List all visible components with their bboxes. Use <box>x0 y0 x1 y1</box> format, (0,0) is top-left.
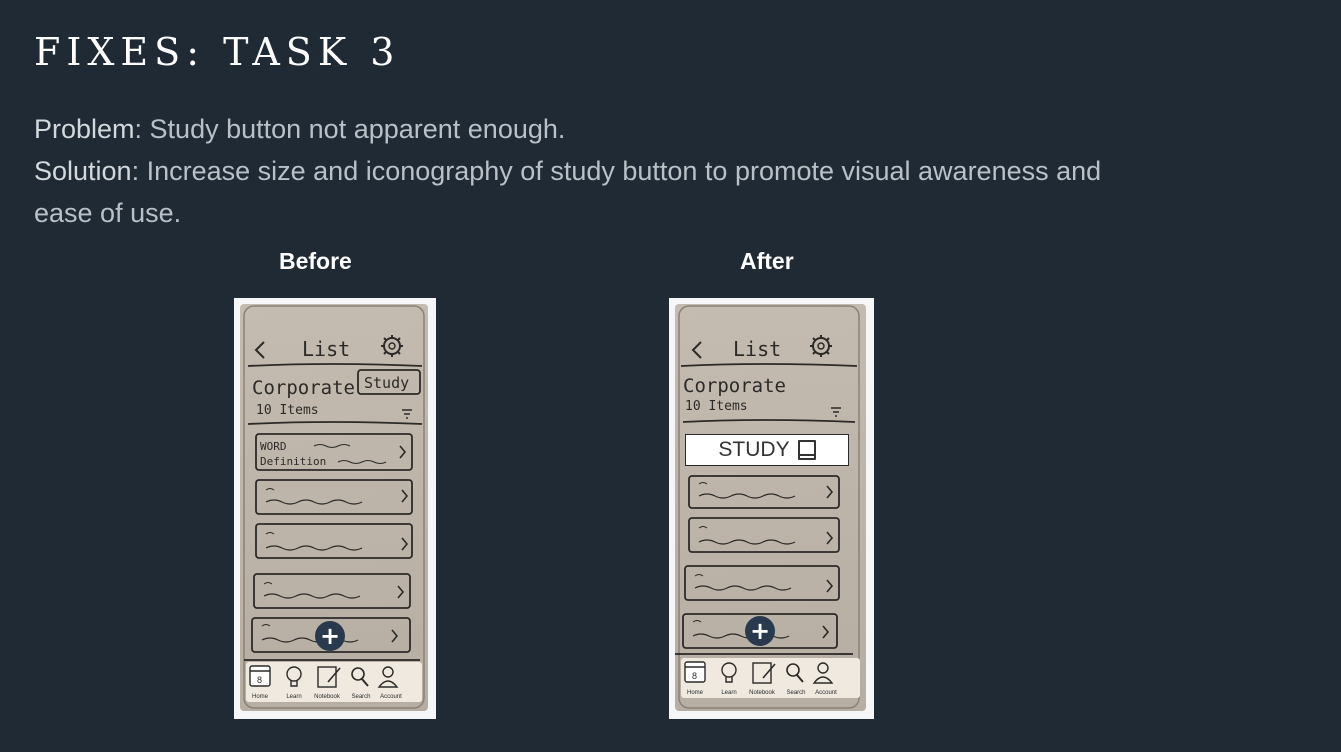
tab-learn[interactable]: Learn <box>714 690 744 696</box>
after-label: After <box>740 248 794 274</box>
filter-icon <box>831 407 841 417</box>
after-list-item-3 <box>684 565 840 601</box>
back-chevron-icon <box>691 341 702 359</box>
after-sketch-drawing: List Corporate 10 Items <box>675 305 860 709</box>
tab-home[interactable]: Home <box>680 690 710 696</box>
study-button[interactable]: STUDY <box>685 434 849 466</box>
notebook-icon <box>317 666 341 688</box>
after-header-title: List <box>733 337 781 361</box>
chevron-right-icon <box>399 445 407 459</box>
solution-term: Solution <box>34 156 132 186</box>
slide-title: FIXES: TASK 3 <box>34 30 401 74</box>
problem-text: : Study button not apparent enough. <box>134 114 566 144</box>
tab-search[interactable]: Search <box>781 690 811 696</box>
book-icon <box>797 440 816 460</box>
tab-account[interactable]: Account <box>811 690 841 696</box>
before-tab-bar: 8 Home Learn Notebook Search Account <box>246 662 422 702</box>
before-calendar-day: 8 <box>257 675 262 685</box>
problem-line: Problem: Study button not apparent enoug… <box>34 108 1134 150</box>
after-sketch-image: List Corporate 10 Items STUDY + 8 Home L… <box>669 298 874 719</box>
calendar-icon: 8 <box>684 661 706 683</box>
back-chevron-icon <box>254 341 265 359</box>
problem-term: Problem <box>34 114 135 144</box>
after-item-count: 10 Items <box>685 399 748 414</box>
after-calendar-day: 8 <box>692 671 697 681</box>
before-label: Before <box>279 248 352 274</box>
add-icon[interactable]: + <box>315 621 345 651</box>
after-list-item-1 <box>688 475 840 509</box>
study-button-label: STUDY <box>718 438 790 461</box>
before-sketch-image: List Corporate Study 10 Items WORD Defin… <box>234 298 436 719</box>
before-list-item-4 <box>253 573 411 609</box>
gear-icon <box>810 335 832 357</box>
problem-solution-text: Problem: Study button not apparent enoug… <box>34 108 1134 234</box>
search-icon <box>351 667 369 687</box>
tab-account[interactable]: Account <box>376 694 406 700</box>
before-item-word: WORD <box>260 440 287 453</box>
before-study-label: Study <box>364 374 409 392</box>
before-header-title: List <box>302 337 350 361</box>
search-icon <box>786 663 804 683</box>
after-list-name: Corporate <box>683 375 786 397</box>
solution-line: Solution: Increase size and iconography … <box>34 150 1134 234</box>
calendar-icon: 8 <box>249 665 271 687</box>
before-list-item-3 <box>255 523 413 559</box>
after-paper-prototype: List Corporate 10 Items STUDY + 8 Home L… <box>675 304 866 711</box>
before-paper-prototype: List Corporate Study 10 Items WORD Defin… <box>240 304 428 711</box>
account-icon <box>812 662 834 684</box>
before-item-definition: Definition <box>260 455 326 468</box>
after-list-item-2 <box>688 517 840 553</box>
tab-notebook[interactable]: Notebook <box>747 690 777 696</box>
lightbulb-icon <box>286 666 302 687</box>
before-list-name: Corporate <box>252 377 355 399</box>
account-icon <box>377 666 399 688</box>
filter-icon <box>402 409 412 419</box>
gear-icon <box>381 335 403 357</box>
tab-search[interactable]: Search <box>346 694 376 700</box>
solution-text: : Increase size and iconography of study… <box>34 156 1102 228</box>
before-list-item-2 <box>255 479 413 515</box>
tab-notebook[interactable]: Notebook <box>312 694 342 700</box>
lightbulb-icon <box>721 662 737 683</box>
add-icon[interactable]: + <box>745 616 775 646</box>
notebook-icon <box>752 662 776 684</box>
tab-home[interactable]: Home <box>245 694 275 700</box>
before-item-count: 10 Items <box>256 403 319 418</box>
tab-learn[interactable]: Learn <box>279 694 309 700</box>
after-tab-bar: 8 Home Learn Notebook Search Account <box>681 658 860 698</box>
